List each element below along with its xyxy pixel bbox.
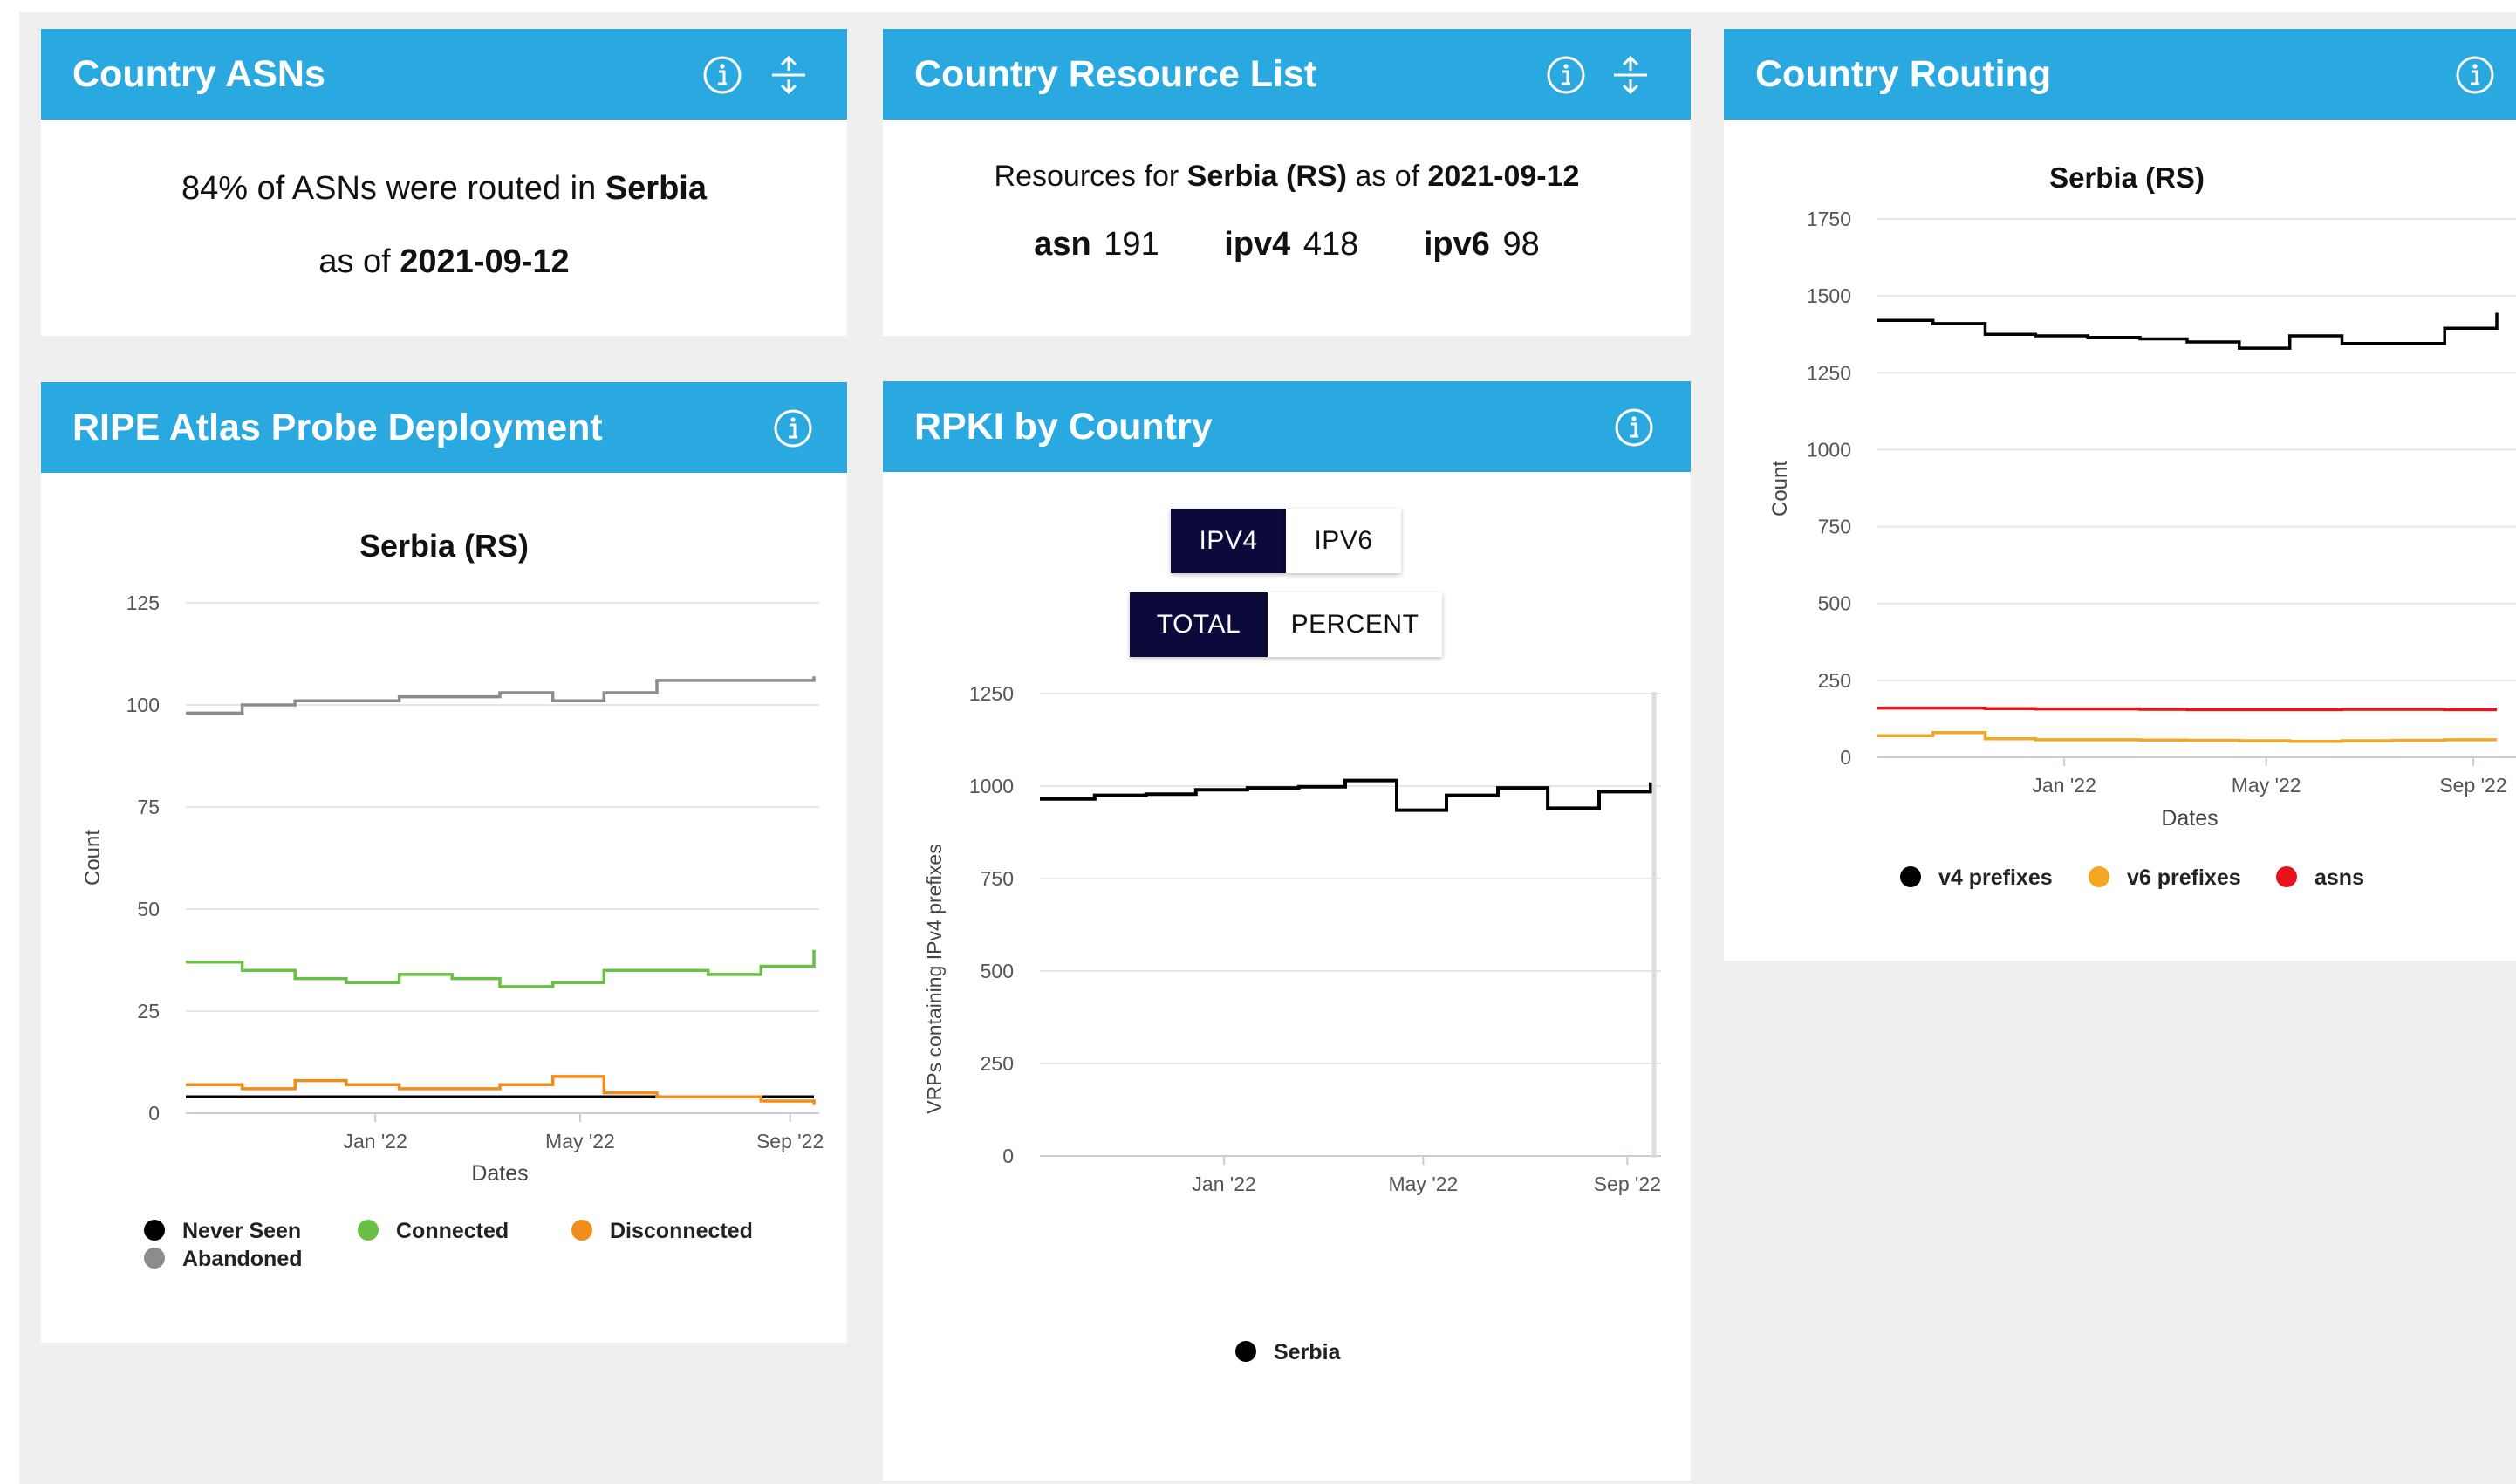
series-line-asns <box>1877 706 2497 712</box>
x-tick-label: Sep '22 <box>2439 774 2506 797</box>
y-tick-label: 250 <box>981 1052 1014 1075</box>
y-tick-label: 100 <box>126 694 160 716</box>
y-tick-label: 750 <box>981 867 1014 890</box>
resource-value: 98 <box>1502 226 1540 263</box>
y-axis-label: VRPs containing IPv4 prefixes <box>923 844 946 1113</box>
info-icon[interactable] <box>1546 55 1586 95</box>
y-tick-label: 1000 <box>969 775 1014 797</box>
resource-ipv6: ipv6 98 <box>1424 226 1540 263</box>
y-tick-label: 1250 <box>969 682 1014 705</box>
asn-summary-line2: as of 2021-09-12 <box>41 243 847 281</box>
y-tick-label: 50 <box>137 898 160 920</box>
expand-icon[interactable] <box>1610 55 1651 95</box>
series-line-v6-prefixes <box>1877 731 2497 743</box>
legend-marker[interactable] <box>2276 866 2297 887</box>
atlas-chart: Serbia (RS) Count Dates 125 100 75 50 25 0 Ja… <box>81 528 824 1271</box>
y-axis-label: Count <box>81 830 105 886</box>
series-line-v4-prefixes <box>1877 312 2499 350</box>
summary-text: as of <box>318 243 400 280</box>
legend-label[interactable]: Disconnected <box>610 1219 753 1243</box>
country-asns-card: Country ASNs 84% of ASNs were routed in … <box>41 29 847 336</box>
legend-marker[interactable] <box>144 1248 165 1269</box>
summary-text: Resources for <box>994 160 1187 193</box>
asn-summary-line1: 84% of ASNs were routed in Serbia <box>41 170 847 208</box>
series-line-abandoned <box>186 676 816 715</box>
x-tick-label: May '22 <box>1388 1173 1458 1195</box>
resource-label: ipv4 <box>1224 226 1291 263</box>
country-resource-list-card: Country Resource List Resources for Serb… <box>883 29 1691 336</box>
card-header: Country Resource List <box>883 29 1691 120</box>
legend-label[interactable]: Serbia <box>1274 1340 1342 1364</box>
x-axis-label: Dates <box>471 1161 528 1186</box>
series-line-connected <box>186 949 816 988</box>
summary-text: as of <box>1346 160 1428 193</box>
legend-label[interactable]: Never Seen <box>182 1219 301 1243</box>
rpki-card: RPKI by Country IPV4 IPV6 TOTAL PERCENT … <box>883 381 1691 1481</box>
y-tick-label: 1500 <box>1807 284 1851 307</box>
resource-counts: asn 191 ipv4 418 ipv6 98 <box>883 226 1691 263</box>
y-tick-label: 250 <box>1818 669 1851 692</box>
chart-title: Serbia (RS) <box>2049 161 2205 194</box>
summary-date: 2021-09-12 <box>1427 160 1580 193</box>
legend-marker[interactable] <box>144 1220 165 1241</box>
ripe-atlas-card: RIPE Atlas Probe Deployment Serbia (RS) … <box>41 382 847 1343</box>
resource-asn: asn 191 <box>1034 226 1159 263</box>
resource-ipv4: ipv4 418 <box>1224 226 1358 263</box>
routing-chart: Serbia (RS) Count Dates 1750 1500 1250 1000… <box>1768 161 2516 890</box>
legend-label[interactable]: Connected <box>396 1219 509 1243</box>
y-tick-label: 75 <box>137 796 160 818</box>
summary-text: 84% of ASNs were routed in <box>181 170 605 207</box>
legend-marker[interactable] <box>2089 866 2109 887</box>
chart-title: Serbia (RS) <box>359 528 529 564</box>
y-tick-label: 500 <box>1818 592 1851 615</box>
y-tick-label: 25 <box>137 1000 160 1022</box>
x-tick-label: May '22 <box>2232 774 2301 797</box>
y-tick-label: 0 <box>1840 746 1851 769</box>
y-tick-label: 750 <box>1818 516 1851 538</box>
legend-label[interactable]: Abandoned <box>182 1247 303 1271</box>
card-header: Country ASNs <box>41 29 847 120</box>
legend-label[interactable]: v6 prefixes <box>2127 865 2241 890</box>
info-icon[interactable] <box>702 55 742 95</box>
resource-value: 418 <box>1302 226 1359 263</box>
y-tick-label: 1000 <box>1807 438 1851 461</box>
series-line-serbia <box>1040 778 1652 812</box>
legend-marker[interactable] <box>571 1220 592 1241</box>
legend-marker[interactable] <box>358 1220 379 1241</box>
expand-icon[interactable] <box>769 55 809 95</box>
card-title: Country Resource List <box>914 53 1317 95</box>
x-tick-label: Jan '22 <box>2032 774 2096 797</box>
y-tick-label: 1250 <box>1807 361 1851 384</box>
summary-country: Serbia (RS) <box>1186 160 1347 193</box>
y-tick-label: 1750 <box>1807 208 1851 230</box>
x-tick-label: Sep '22 <box>756 1130 824 1152</box>
x-tick-label: Sep '22 <box>1594 1173 1661 1195</box>
legend-marker[interactable] <box>1900 866 1921 887</box>
x-tick-label: Jan '22 <box>1192 1173 1255 1195</box>
summary-country: Serbia <box>605 170 707 207</box>
resource-value: 191 <box>1104 226 1159 263</box>
y-tick-label: 125 <box>126 592 160 614</box>
x-tick-label: May '22 <box>545 1130 615 1152</box>
resource-summary: Resources for Serbia (RS) as of 2021-09-… <box>883 160 1691 194</box>
x-tick-label: Jan '22 <box>343 1130 407 1152</box>
country-routing-card: Country Routing Serbia (RS) Count Dates … <box>1724 29 2516 961</box>
y-tick-label: 0 <box>148 1102 160 1125</box>
y-tick-label: 500 <box>981 960 1014 982</box>
legend-label[interactable]: v4 prefixes <box>1938 865 2053 890</box>
card-title: Country ASNs <box>72 53 325 95</box>
resource-label: asn <box>1034 226 1091 263</box>
y-axis-label: Count <box>1768 461 1792 516</box>
rpki-chart: VRPs containing IPv4 prefixes 1250 1000 75… <box>923 682 1661 1364</box>
resource-label: ipv6 <box>1423 226 1490 263</box>
legend-marker[interactable] <box>1235 1341 1256 1362</box>
series-line-disconnected <box>186 1075 816 1105</box>
y-tick-label: 0 <box>1002 1145 1014 1167</box>
legend-label[interactable]: asns <box>2314 865 2364 890</box>
summary-date: 2021-09-12 <box>400 243 570 280</box>
x-axis-label: Dates <box>2161 806 2218 831</box>
